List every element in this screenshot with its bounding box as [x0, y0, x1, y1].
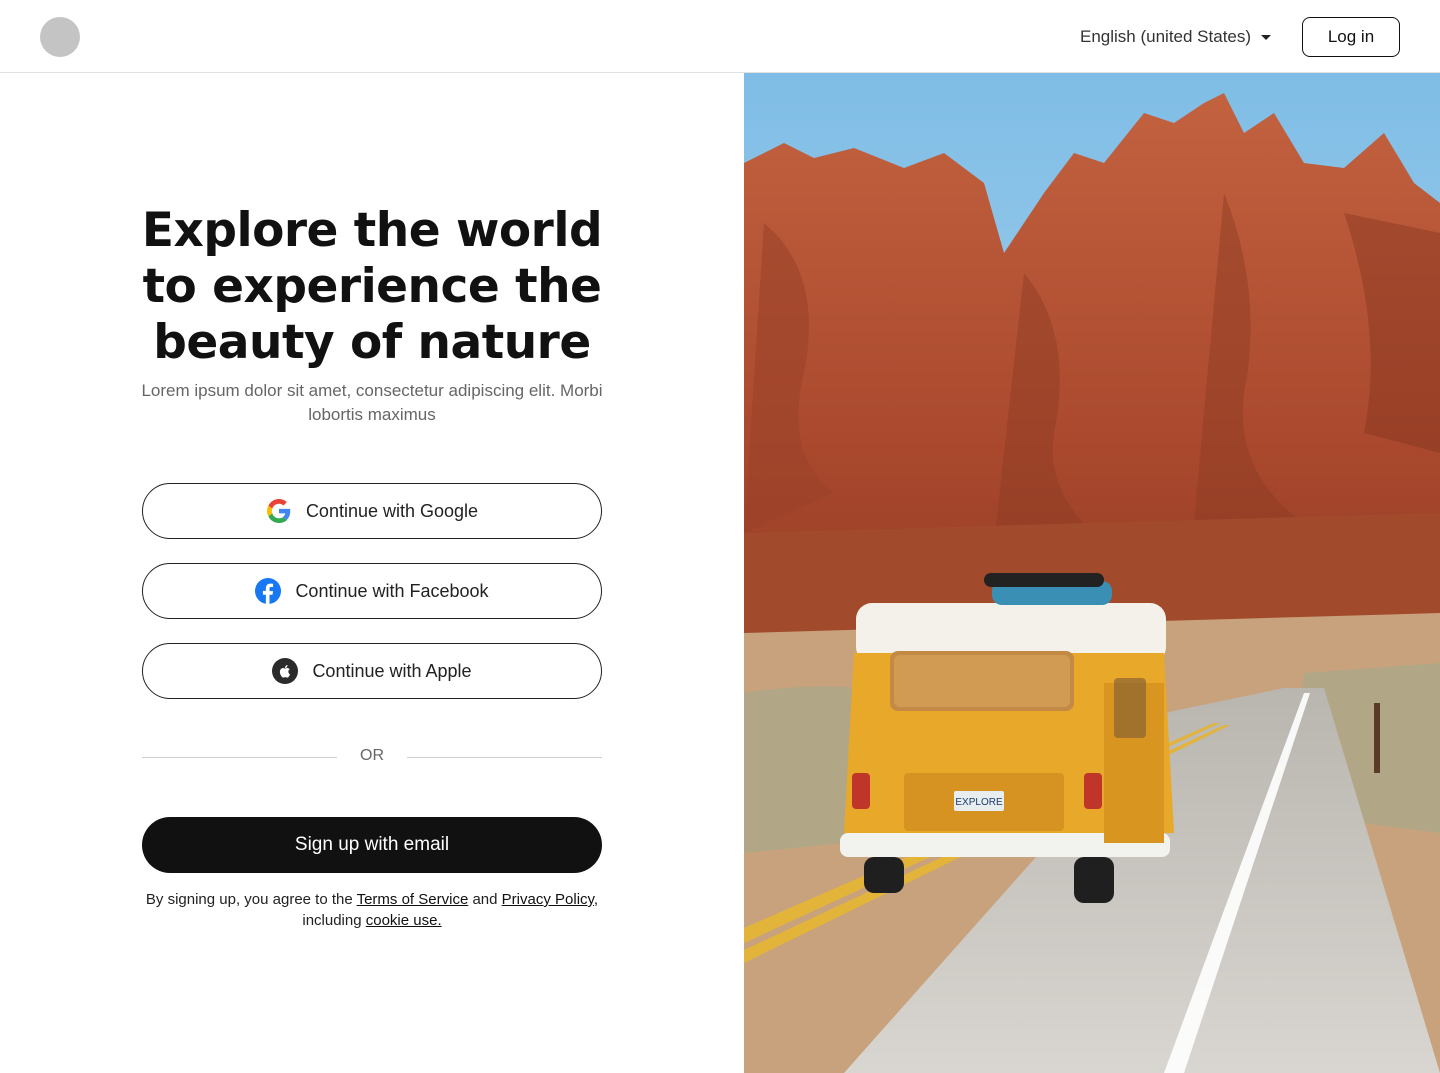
- top-header: English (united States) Log in: [0, 0, 1440, 73]
- hero-image: EXPLORE: [744, 73, 1440, 1073]
- language-label: English (united States): [1080, 27, 1252, 46]
- license-plate: EXPLORE: [955, 797, 1003, 808]
- privacy-policy-link[interactable]: Privacy Policy,: [502, 891, 598, 908]
- continue-with-apple-button[interactable]: Continue with Apple: [142, 643, 602, 699]
- page-subtitle: Lorem ipsum dolor sit amet, consectetur …: [141, 381, 603, 424]
- legal-and: and: [468, 891, 502, 908]
- sign-up-with-email-button[interactable]: Sign up with email: [142, 817, 602, 873]
- apple-icon: [272, 658, 299, 684]
- van-illustration: EXPLORE: [840, 573, 1174, 903]
- terms-of-service-link[interactable]: Terms of Service: [357, 891, 469, 908]
- legal-prefix: By signing up, you agree to the: [145, 891, 357, 908]
- signup-panel: Explore the world to experience the beau…: [0, 73, 744, 1073]
- divider-left: [142, 757, 337, 758]
- facebook-icon: [255, 578, 282, 604]
- caret-down-icon: [1261, 34, 1272, 40]
- logo[interactable]: [40, 17, 80, 57]
- or-separator: OR: [360, 747, 384, 764]
- google-icon: [266, 498, 292, 524]
- login-button[interactable]: Log in: [1302, 17, 1400, 57]
- facebook-button-label: Continue with Facebook: [295, 580, 489, 601]
- legal-including: including: [302, 912, 366, 929]
- divider-right: [407, 757, 602, 758]
- page-title: Explore the world to experience the beau…: [141, 203, 603, 370]
- cookie-use-link[interactable]: cookie use.: [366, 912, 442, 929]
- google-button-label: Continue with Google: [305, 500, 479, 521]
- continue-with-facebook-button[interactable]: Continue with Facebook: [142, 563, 602, 619]
- legal-notice: By signing up, you agree to the Terms of…: [142, 889, 602, 931]
- continue-with-google-button[interactable]: Continue with Google: [142, 483, 602, 539]
- apple-button-label: Continue with Apple: [312, 660, 472, 681]
- language-selector[interactable]: English (united States): [1080, 24, 1272, 50]
